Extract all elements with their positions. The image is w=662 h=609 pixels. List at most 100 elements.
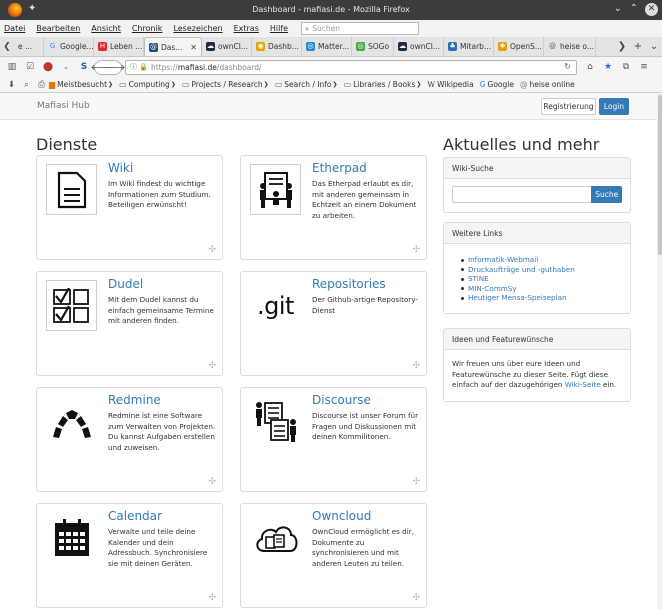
tab-leben[interactable]: H Leben ... [94, 37, 144, 56]
site-brand[interactable]: Mafiasi Hub [37, 101, 90, 111]
bookmark-libraries[interactable]: ▭ Libraries / Books ❯ [344, 80, 422, 89]
tab-owncloud-1[interactable]: ☁ ownCl... [202, 37, 252, 56]
ublock-icon[interactable]: ⬤ [40, 59, 56, 75]
menu-ansicht[interactable]: Ansicht [91, 24, 121, 33]
expand-icon[interactable]: ✣ [208, 245, 216, 255]
bookmark-computing[interactable]: ▭ Computing ❯ [119, 80, 176, 89]
tab-scroll-left-icon[interactable]: ❮ [0, 37, 14, 56]
card-title-wiki[interactable]: Wiki [108, 161, 133, 175]
card-title-dudel[interactable]: Dudel [108, 277, 143, 291]
service-card-redmine[interactable]: Redmine Redmine ist eine Software zum Ve… [36, 387, 223, 492]
tab-heise[interactable]: @ heise o... [544, 37, 596, 56]
service-card-wiki[interactable]: Wiki Im Wiki findest du wichtige Informa… [36, 155, 223, 260]
expand-icon[interactable]: ✣ [412, 245, 420, 255]
link-min-commsy[interactable]: MIN-CommSy [461, 284, 622, 294]
expand-icon[interactable]: ✣ [412, 477, 420, 487]
expand-icon[interactable]: ✣ [412, 361, 420, 371]
wiki-search-input[interactable] [452, 186, 592, 203]
menu-hilfe[interactable]: Hilfe [270, 24, 288, 33]
bookmark-meistbesucht[interactable]: ▆ Meistbesucht ❯ [49, 80, 113, 89]
card-title-etherpad[interactable]: Etherpad [312, 161, 367, 175]
forward-icon[interactable]: 🡒 [104, 61, 125, 74]
reload-icon[interactable]: ↻ [564, 62, 571, 71]
login-button[interactable]: Login [599, 98, 629, 115]
card-desc-owncloud: OwnCloud ermöglicht es dir, Dokumente zu… [312, 527, 414, 568]
maximize-icon[interactable]: ⌃ [630, 3, 638, 14]
scrollbar-thumb[interactable] [658, 95, 662, 255]
url-host: mafiasi.de [177, 62, 217, 72]
tab-list-icon[interactable]: ⌄ [646, 37, 662, 56]
bookmarks-library-icon[interactable]: ⧉ [617, 59, 635, 75]
service-card-dudel[interactable]: Dudel Mit dem Dudel kannst du einfach ge… [36, 271, 223, 376]
checkbox-poll-icon [46, 280, 97, 331]
sidebar-toggle-icon[interactable]: ▥ [4, 59, 20, 75]
download-icon[interactable]: ⬇ [4, 80, 19, 90]
search-icon[interactable]: ⌕ [19, 80, 34, 90]
card-title-discourse[interactable]: Discourse [312, 393, 371, 407]
service-card-calendar[interactable]: Calendar Verwalte und teile deine Kalend… [36, 503, 223, 608]
tab-dashboard-active[interactable]: @ Das... ✕ [144, 37, 202, 56]
link-informatik-webmail[interactable]: Informatik-Webmail [461, 255, 622, 265]
tab-mattermost[interactable]: ◎ Matter... [302, 37, 352, 56]
service-card-discourse[interactable]: Discourse Discourse ist unser Forum für … [240, 387, 427, 492]
chevron-down-icon: ❯ [108, 81, 114, 88]
tab-opens[interactable]: ❖ OpenS... [494, 37, 544, 56]
menu-extras[interactable]: Extras [234, 24, 259, 33]
dropdown-icon[interactable]: ⌄ [58, 59, 74, 75]
bookmark-search-info[interactable]: ▭ Search / Info ❯ [275, 80, 338, 89]
menu-bearbeiten[interactable]: Bearbeiten [36, 24, 80, 33]
card-title-calendar[interactable]: Calendar [108, 509, 162, 523]
bookmark-heise[interactable]: @ heise online [520, 80, 575, 89]
home-icon[interactable]: ⌂ [581, 59, 599, 75]
page-scrollbar[interactable] [657, 93, 662, 609]
menu-search-placeholder: Suchen [312, 24, 341, 33]
service-card-etherpad[interactable]: Etherpad Das Etherpad erlaubt es dir, mi… [240, 155, 427, 260]
hamburg-uni-icon: H [98, 42, 107, 51]
checkbox-extension-icon[interactable]: ☑ [22, 59, 38, 75]
hamburger-menu-icon[interactable]: ≡ [635, 59, 653, 75]
close-tab-icon[interactable]: ✕ [190, 43, 197, 52]
tab-scroll-right-icon[interactable]: ❯ [614, 37, 630, 56]
menu-search-field[interactable]: ⌕ Suchen [301, 22, 420, 35]
new-tab-icon[interactable]: + [630, 37, 646, 56]
folder-icon: ▆ [49, 80, 56, 89]
url-bar[interactable]: ⓘ 🔒 https:// mafiasi.de /dashboard/ ↻ [125, 59, 577, 75]
card-title-owncloud[interactable]: Owncloud [312, 509, 371, 523]
link-stine[interactable]: STiNE [461, 274, 622, 284]
tab-dashb[interactable]: ◉ Dashb... [252, 37, 302, 56]
bookmark-wikipedia[interactable]: W Wikipedia [427, 80, 473, 89]
menu-chronik[interactable]: Chronik [132, 24, 163, 33]
menu-datei[interactable]: Datei [4, 24, 25, 33]
expand-icon[interactable]: ✣ [208, 477, 216, 487]
expand-icon[interactable]: ✣ [208, 593, 216, 603]
tab-label: SOGo [368, 42, 390, 51]
tab-owncloud-2[interactable]: ☁ ownCl... [394, 37, 444, 56]
menu-lesezeichen[interactable]: Lesezeichen [173, 24, 222, 33]
link-druckauftraege[interactable]: Druckaufträge und -guthaben [461, 265, 622, 275]
expand-icon[interactable]: ✣ [412, 593, 420, 603]
bookmark-google[interactable]: G Google [480, 80, 514, 89]
wiki-page-link[interactable]: Wiki-Seite [565, 380, 601, 389]
card-desc-etherpad: Das Etherpad erlaubt es dir, mit anderen… [312, 179, 417, 220]
card-title-redmine[interactable]: Redmine [108, 393, 161, 407]
service-card-owncloud[interactable]: Owncloud OwnCloud ermöglicht es dir, Dok… [240, 503, 427, 608]
zotero-icon[interactable]: S [76, 59, 92, 75]
bookmark-projects[interactable]: ▭ Projects / Research ❯ [182, 80, 269, 89]
close-window-icon[interactable]: ✕ [645, 3, 658, 16]
bookmark-star-icon[interactable]: ★ [599, 59, 617, 75]
tab-0[interactable]: e ... [14, 37, 44, 56]
card-title-repositories[interactable]: Repositories [312, 277, 386, 291]
navigation-bar: ▥ ☑ ⬤ ⌄ S 🡐 🡒 ⓘ 🔒 https:// mafiasi.de /d… [0, 57, 662, 77]
tab-mitarb[interactable]: ♣ Mitarb... [444, 37, 494, 56]
tab-google[interactable]: G Google... [44, 37, 94, 56]
expand-icon[interactable]: ✣ [208, 361, 216, 371]
print-icon[interactable]: ⎙ [34, 80, 49, 90]
tab-sogo[interactable]: ◎ SOGo [352, 37, 394, 56]
service-card-repositories[interactable]: .git Repositories Der Github-artige Repo… [240, 271, 427, 376]
minimize-icon[interactable]: ⌄ [614, 3, 622, 14]
register-button[interactable]: Registrierung [541, 98, 596, 115]
link-mensa-speiseplan[interactable]: Heutiger Mensa-Speiseplan [461, 293, 622, 303]
info-lock-icon[interactable]: ⓘ 🔒 [130, 62, 148, 72]
wiki-search-button[interactable]: Suche [591, 186, 622, 203]
owncloud-icon: ☁ [398, 42, 407, 51]
